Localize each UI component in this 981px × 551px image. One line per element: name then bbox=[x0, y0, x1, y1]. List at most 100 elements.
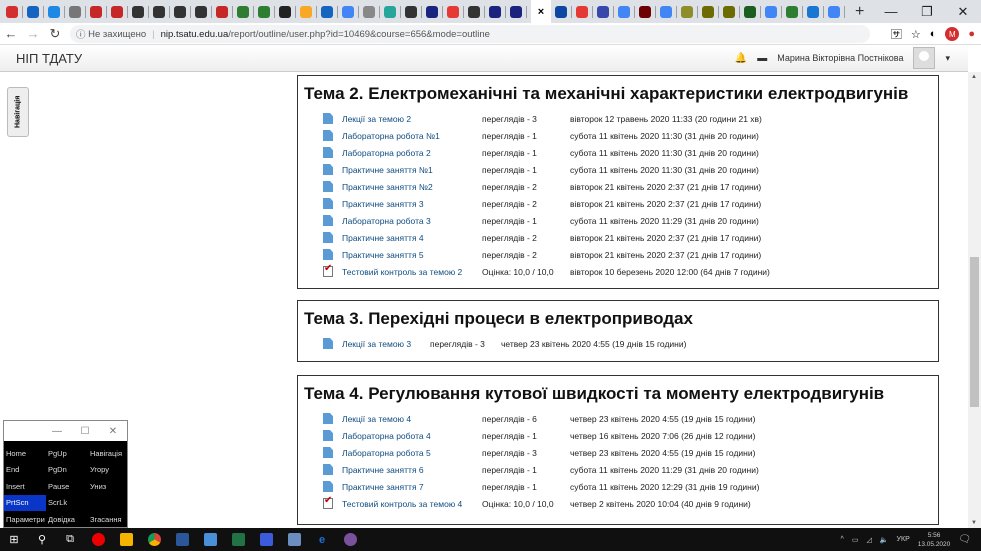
word-icon[interactable] bbox=[168, 528, 196, 551]
activity-link[interactable]: Тестовий контроль за темою 2 bbox=[342, 267, 482, 277]
right-tab-1[interactable] bbox=[576, 5, 588, 18]
activity-link[interactable]: Лабораторна робота 4 bbox=[342, 431, 482, 441]
user-name[interactable]: Марина Вікторівна Постнікова bbox=[777, 53, 903, 63]
right-tab-8[interactable] bbox=[723, 5, 735, 18]
opera-icon[interactable]: ● bbox=[968, 28, 975, 40]
osk-key[interactable]: PgDn bbox=[46, 462, 88, 479]
left-tab-10[interactable] bbox=[216, 5, 228, 18]
navigation-block-toggle[interactable]: Навігація bbox=[7, 87, 29, 137]
activity-link[interactable]: Тестовий контроль за темою 4 bbox=[342, 499, 482, 509]
activity-link[interactable]: Практичне заняття №2 bbox=[342, 182, 482, 192]
right-tab-0[interactable] bbox=[555, 5, 567, 18]
activity-link[interactable]: Практичне заняття 4 bbox=[342, 233, 482, 243]
info-icon[interactable]: ⓘ bbox=[76, 27, 88, 41]
osk-key[interactable]: Довідка bbox=[46, 511, 88, 528]
right-tab-11[interactable] bbox=[786, 5, 798, 18]
task-view-icon[interactable]: ⧉ bbox=[56, 528, 84, 551]
osk-key[interactable]: ScrLk bbox=[46, 495, 88, 512]
clock[interactable]: 5:56 13.05.2020 bbox=[918, 531, 951, 549]
scrollbar-thumb[interactable] bbox=[970, 257, 979, 407]
osk-key[interactable]: PrtScn bbox=[4, 494, 46, 511]
new-tab-button[interactable]: + bbox=[855, 3, 864, 21]
activity-link[interactable]: Лабораторна робота 5 bbox=[342, 448, 482, 458]
left-tab-2[interactable] bbox=[48, 5, 60, 18]
left-tab-9[interactable] bbox=[195, 5, 207, 18]
left-tab-15[interactable] bbox=[321, 5, 333, 18]
right-tab-6[interactable] bbox=[681, 5, 693, 18]
volume-icon[interactable]: 🔈 bbox=[880, 536, 889, 544]
activity-link[interactable]: Практичне заняття 3 bbox=[342, 199, 482, 209]
right-tab-4[interactable] bbox=[639, 5, 651, 18]
osk-close[interactable]: ✕ bbox=[99, 426, 127, 437]
activity-link[interactable]: Практичне заняття 5 bbox=[342, 250, 482, 260]
messages-icon[interactable]: ▬ bbox=[757, 53, 767, 64]
activity-link[interactable]: Лекції за темою 2 bbox=[342, 114, 482, 124]
left-tab-24[interactable] bbox=[510, 5, 522, 18]
notifications-icon[interactable]: 🗨 bbox=[958, 534, 971, 545]
osk-key[interactable]: Insert bbox=[4, 478, 46, 495]
start-icon[interactable]: ⊞ bbox=[0, 528, 28, 551]
osk-key[interactable] bbox=[88, 495, 129, 512]
user-menu-caret-icon[interactable]: ▾ bbox=[945, 53, 950, 64]
osk-key[interactable]: PgUp bbox=[46, 445, 88, 462]
network-app-icon[interactable] bbox=[196, 528, 224, 551]
chrome-icon[interactable] bbox=[140, 528, 168, 551]
left-tab-1[interactable] bbox=[27, 5, 39, 18]
right-tab-9[interactable] bbox=[744, 5, 756, 18]
left-tab-11[interactable] bbox=[237, 5, 249, 18]
left-tab-6[interactable] bbox=[132, 5, 144, 18]
tray-expand-icon[interactable]: ^ bbox=[841, 536, 844, 543]
right-tab-12[interactable] bbox=[807, 5, 819, 18]
minimize-button[interactable]: — bbox=[873, 4, 909, 19]
forward-icon[interactable]: → bbox=[22, 26, 44, 41]
language-indicator[interactable]: УКР bbox=[897, 536, 910, 543]
activity-link[interactable]: Лекції за темою 4 bbox=[342, 414, 482, 424]
page-scrollbar[interactable]: ▲ ▼ bbox=[968, 72, 981, 528]
osk-key[interactable]: Униз bbox=[88, 478, 129, 495]
left-tab-12[interactable] bbox=[258, 5, 270, 18]
left-tab-23[interactable] bbox=[489, 5, 501, 18]
activity-link[interactable]: Практичне заняття 7 bbox=[342, 482, 482, 492]
left-tab-22[interactable] bbox=[468, 5, 480, 18]
back-icon[interactable]: ← bbox=[0, 26, 22, 41]
left-tab-18[interactable] bbox=[384, 5, 396, 18]
edge-icon[interactable]: e bbox=[308, 528, 336, 551]
viber-icon[interactable] bbox=[336, 528, 364, 551]
left-tab-13[interactable] bbox=[279, 5, 291, 18]
right-tab-10[interactable] bbox=[765, 5, 777, 18]
network-icon[interactable]: ◿ bbox=[866, 536, 871, 544]
activity-link[interactable]: Практичне заняття 6 bbox=[342, 465, 482, 475]
star-icon[interactable]: ☆ bbox=[911, 28, 921, 41]
right-tab-2[interactable] bbox=[597, 5, 609, 18]
url-input[interactable]: ⓘ Не захищено | nip.tsatu.edu.ua /report… bbox=[70, 25, 870, 43]
osk-minimize[interactable]: — bbox=[43, 426, 71, 437]
reload-icon[interactable]: ↻ bbox=[44, 26, 66, 42]
left-tab-7[interactable] bbox=[153, 5, 165, 18]
left-tab-16[interactable] bbox=[342, 5, 354, 18]
translate-icon[interactable]: 🈂 bbox=[891, 26, 902, 42]
site-brand[interactable]: НІП ТДАТУ bbox=[16, 51, 82, 66]
osk-key[interactable]: Навігація bbox=[88, 445, 129, 462]
search-icon[interactable]: ⚲ bbox=[28, 528, 56, 551]
activity-link[interactable]: Лабораторна робота 3 bbox=[342, 216, 482, 226]
activity-link[interactable]: Лекції за темою 3 bbox=[342, 339, 430, 349]
activity-link[interactable]: Лабораторна робота 2 bbox=[342, 148, 482, 158]
activity-link[interactable]: Практичне заняття №1 bbox=[342, 165, 482, 175]
left-tab-20[interactable] bbox=[426, 5, 438, 18]
user-avatar[interactable] bbox=[913, 47, 936, 69]
left-tab-17[interactable] bbox=[363, 5, 375, 18]
osk-key[interactable]: Параметри bbox=[4, 511, 46, 528]
battery-icon[interactable]: ▭ bbox=[852, 536, 859, 544]
right-tab-3[interactable] bbox=[618, 5, 630, 18]
right-tab-13[interactable] bbox=[828, 5, 840, 18]
osk-key[interactable]: Pause bbox=[46, 478, 88, 495]
tools-icon[interactable] bbox=[280, 528, 308, 551]
active-tab-close-button[interactable]: × bbox=[531, 0, 551, 23]
left-tab-19[interactable] bbox=[405, 5, 417, 18]
activity-link[interactable]: Лабораторна робота №1 bbox=[342, 131, 482, 141]
osk-key[interactable]: Home bbox=[4, 445, 46, 462]
osk-key[interactable]: Згасання bbox=[88, 511, 129, 528]
osk-key[interactable]: End bbox=[4, 462, 46, 479]
osk-maximize[interactable]: ☐ bbox=[71, 426, 99, 437]
osk-key[interactable]: Угору bbox=[88, 462, 129, 479]
